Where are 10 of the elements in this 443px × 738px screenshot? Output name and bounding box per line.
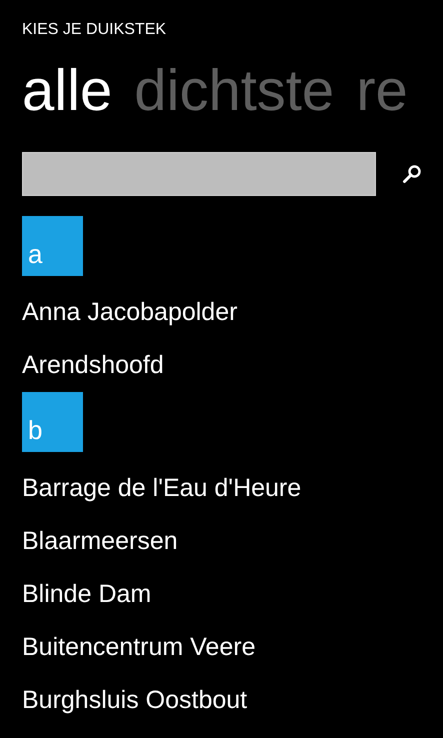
app-title: KIES JE DUIKSTEK bbox=[22, 20, 166, 40]
list-item[interactable]: Burghsluis Oostbout bbox=[22, 686, 248, 715]
list-item[interactable]: Arendshoofd bbox=[22, 351, 164, 380]
list-item[interactable]: Barrage de l'Eau d'Heure bbox=[22, 474, 302, 503]
search-field[interactable] bbox=[22, 152, 376, 196]
list-item[interactable]: Anna Jacobapolder bbox=[22, 298, 238, 327]
list-item[interactable]: Blinde Dam bbox=[22, 580, 152, 609]
list-item[interactable]: Blaarmeersen bbox=[22, 527, 178, 556]
pivot-header[interactable]: alle bbox=[22, 56, 112, 126]
list-item[interactable]: Buitencentrum Veere bbox=[22, 633, 256, 662]
